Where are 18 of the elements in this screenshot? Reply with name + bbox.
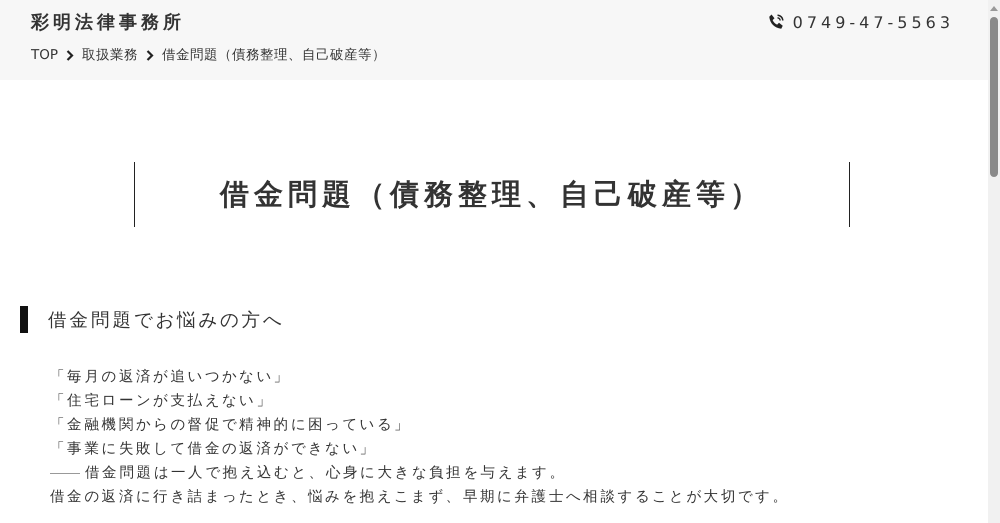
chevron-icon [146, 50, 154, 60]
phone-icon [766, 13, 785, 31]
section-heading: 借金問題でお悩みの方へ [48, 309, 284, 332]
breadcrumb-link[interactable]: TOP [31, 47, 58, 63]
phone-number[interactable]: 0749-47-5563 [792, 12, 954, 32]
breadcrumb-current: 借金問題（債務整理、自己破産等） [162, 46, 386, 64]
body-text: 借金の返済に行き詰まったとき、悩みを抱えこまず、早期に弁護士へ相談することが大切です。 [50, 488, 791, 507]
chevron-icon [66, 50, 74, 60]
quote-line: 「毎月の返済が追いつかない」 [50, 368, 292, 387]
scrollbar[interactable] [988, 0, 1000, 523]
quote-line: 「事業に失敗して借金の返済ができない」 [50, 440, 378, 459]
quote-line: 「金融機関からの督促で精神的に困っている」 [50, 416, 412, 435]
quote-line: 「住宅ローンが支払えない」 [50, 392, 275, 411]
breadcrumb-link[interactable]: 取扱業務 [82, 46, 138, 64]
page-title: 借金問題（債務整理、自己破産等） [220, 176, 764, 212]
body-text: 借金問題は一人で抱え込むと、心身に大きな負担を与えます。 [85, 464, 567, 483]
heading-bar [20, 306, 28, 333]
site-title[interactable]: 彩明法律事務所 [31, 10, 185, 34]
